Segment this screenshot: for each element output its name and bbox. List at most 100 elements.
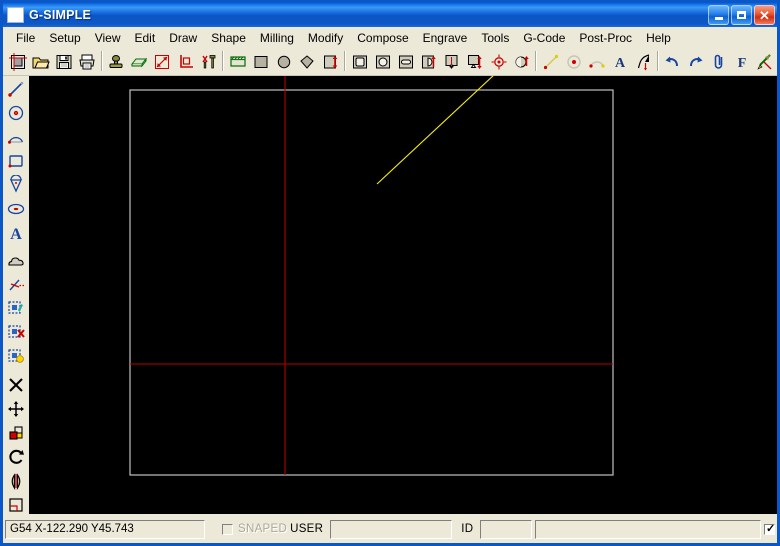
draw-line-icon[interactable] (4, 77, 28, 101)
rotate-icon[interactable] (4, 445, 28, 469)
user-label: USER (290, 523, 324, 535)
polygon-icon[interactable] (296, 51, 318, 73)
draw-text-icon[interactable]: A (4, 221, 28, 245)
square-pocket-icon[interactable] (348, 51, 371, 73)
circle-icon[interactable] (273, 51, 295, 73)
id-label: ID (461, 523, 474, 535)
menu-item-draw[interactable]: Draw (162, 29, 204, 47)
slot-pocket-icon[interactable] (395, 51, 417, 73)
user-input[interactable] (330, 519, 453, 539)
tools-hammer-icon[interactable] (198, 51, 220, 73)
select-highlight-icon[interactable] (4, 345, 28, 369)
toolbar-separator (655, 51, 661, 73)
svg-text:F: F (738, 56, 747, 71)
mirror-icon[interactable] (4, 469, 28, 493)
undo-arrow-icon[interactable] (661, 51, 684, 73)
menu-item-shape[interactable]: Shape (204, 29, 253, 47)
id-input[interactable] (480, 519, 533, 539)
drawing-canvas[interactable] (30, 76, 777, 514)
svg-text:A: A (10, 226, 22, 243)
print-icon[interactable] (76, 51, 98, 73)
select-add-icon[interactable] (4, 297, 28, 321)
save-floppy-icon[interactable] (53, 51, 75, 73)
pocket-hatch-icon[interactable] (227, 51, 249, 73)
snaped-checkbox-group[interactable]: SNAPED (222, 523, 287, 535)
text-a-icon[interactable]: A (609, 51, 631, 73)
select-remove-icon[interactable] (4, 321, 28, 345)
dimension-arrow-icon[interactable] (151, 51, 174, 73)
redo-arrow-icon[interactable] (685, 51, 707, 73)
menu-item-file[interactable]: File (9, 29, 42, 47)
menu-item-engrave[interactable]: Engrave (416, 29, 475, 47)
application-window: G-SIMPLE ✕ File Setup View Edit Draw Sha… (0, 0, 780, 546)
maximize-icon (737, 11, 746, 19)
toolbar-separator (342, 51, 348, 73)
open-folder-icon[interactable] (30, 51, 52, 73)
font-f-icon[interactable]: F (731, 51, 753, 73)
draw-rectangle-icon[interactable] (4, 149, 28, 173)
arc-draw-icon[interactable] (586, 51, 608, 73)
draw-circle-icon[interactable] (4, 101, 28, 125)
line-draw-icon[interactable] (540, 51, 562, 73)
tangent-line-icon[interactable] (4, 273, 28, 297)
main-toolbar: A F (3, 49, 777, 76)
menu-item-modify[interactable]: Modify (301, 29, 350, 47)
draw-arc-icon[interactable] (4, 125, 28, 149)
draw-ellipse-icon[interactable] (4, 197, 28, 221)
copy-offset-icon[interactable] (4, 421, 28, 445)
snaped-checkbox[interactable] (222, 523, 233, 535)
svg-text:A: A (615, 56, 626, 71)
menu-item-setup[interactable]: Setup (42, 29, 87, 47)
close-icon: ✕ (759, 7, 770, 23)
menu-item-milling[interactable]: Milling (253, 29, 301, 47)
window-title: G-SIMPLE (29, 8, 92, 22)
tap-icon[interactable] (464, 51, 487, 73)
menu-item-view[interactable]: View (88, 29, 128, 47)
new-document-icon[interactable] (7, 51, 29, 73)
cloud-shape-icon[interactable] (4, 249, 28, 273)
menu-item-tools[interactable]: Tools (474, 29, 516, 47)
half-pocket-icon[interactable] (418, 51, 440, 73)
checkmark-icon: ✓ (766, 522, 776, 535)
circle-draw-icon[interactable] (563, 51, 585, 73)
menu-item-compose[interactable]: Compose (350, 29, 415, 47)
move-arrows-icon[interactable] (4, 397, 28, 421)
snaped-label: SNAPED (238, 523, 288, 535)
window-controls: ✕ (708, 5, 775, 25)
sheet-icon[interactable] (128, 51, 150, 73)
rectangle-icon[interactable] (250, 51, 272, 73)
canvas-graphics (30, 76, 777, 502)
stamp-icon[interactable] (105, 51, 127, 73)
menu-item-gcode[interactable]: G-Code (516, 29, 572, 47)
menu-item-help[interactable]: Help (639, 29, 678, 47)
extrude-profile-icon[interactable] (319, 51, 342, 73)
paperclip-icon[interactable] (708, 51, 730, 73)
menu-item-post-proc[interactable]: Post-Proc (572, 29, 639, 47)
origin-axes-icon[interactable] (175, 51, 197, 73)
status-bar: G54 X-122.290 Y45.743 SNAPED USER ID ✓ (3, 514, 777, 543)
status-toggle-checkbox[interactable]: ✓ (764, 522, 776, 535)
title-bar: G-SIMPLE ✕ (3, 3, 777, 27)
thread-mill-icon[interactable] (511, 51, 533, 73)
draw-polygon-icon[interactable] (4, 173, 28, 197)
note-input[interactable] (535, 519, 761, 539)
compass-pen-icon[interactable] (754, 51, 776, 73)
maximize-button[interactable] (731, 5, 752, 25)
curve-node-icon[interactable] (632, 51, 655, 73)
minimize-button[interactable] (708, 5, 729, 25)
toolbar-separator (220, 51, 226, 73)
minimize-icon (714, 16, 723, 20)
toolbar-separator (533, 51, 539, 73)
app-icon (7, 7, 24, 23)
toolbar-separator (99, 51, 105, 73)
trim-cross-icon[interactable] (4, 373, 28, 397)
menu-item-edit[interactable]: Edit (128, 29, 163, 47)
workspace: A (3, 76, 777, 514)
menu-bar: File Setup View Edit Draw Shape Milling … (3, 27, 777, 49)
round-pocket-icon[interactable] (372, 51, 394, 73)
drill-icon[interactable] (441, 51, 463, 73)
close-button[interactable]: ✕ (754, 5, 775, 25)
bore-center-icon[interactable] (488, 51, 510, 73)
coordinate-readout: G54 X-122.290 Y45.743 (5, 519, 205, 539)
corner-fillet-icon[interactable] (4, 493, 28, 514)
